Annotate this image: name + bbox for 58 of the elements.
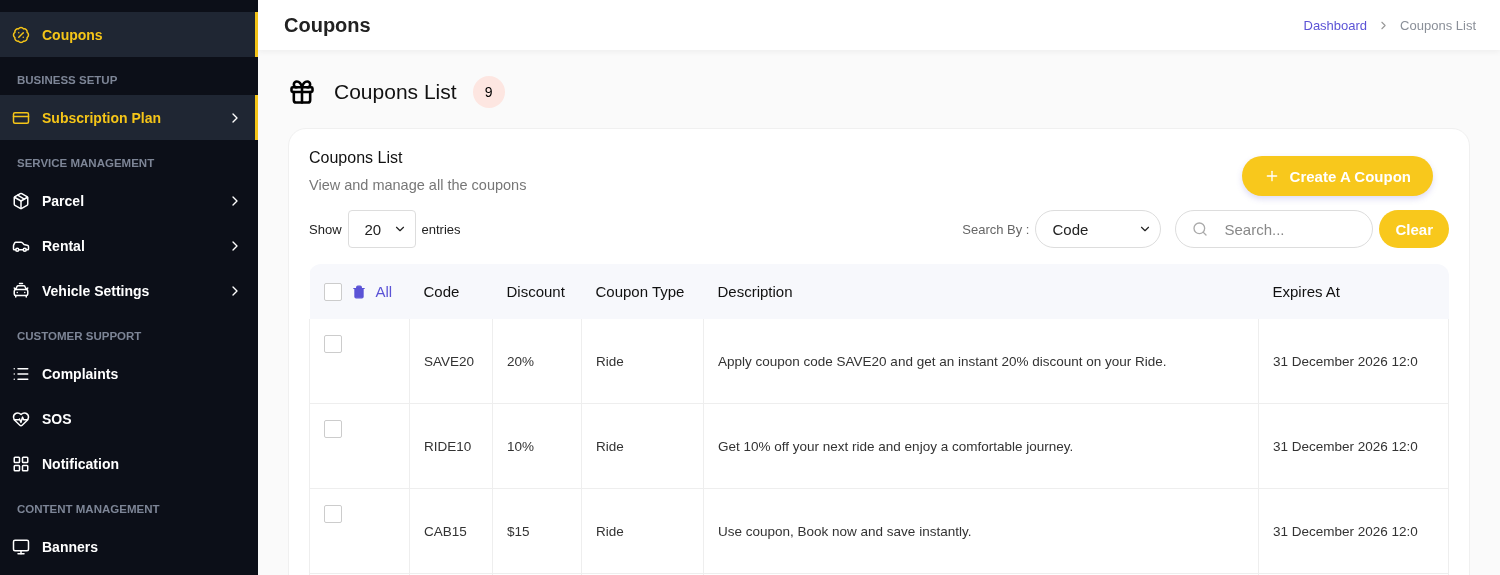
table-cell: Apply coupon code SAVE20 and get an instant 20% discount on your Ride. xyxy=(703,319,1259,404)
table-cell: $15 xyxy=(492,488,582,574)
entries-label: entries xyxy=(421,221,461,237)
taxi-icon xyxy=(12,281,30,300)
table-cell: Ride xyxy=(581,488,704,574)
package-icon xyxy=(12,191,30,210)
page-title: Coupons xyxy=(284,13,371,37)
card-title: Coupons List xyxy=(309,149,404,167)
column-header: Coupon Type xyxy=(581,264,704,319)
column-header: Discount xyxy=(492,264,582,319)
sidebar-item[interactable]: Parcel xyxy=(0,178,258,223)
heart-pulse-icon xyxy=(12,409,30,428)
sidebar-section-label: BUSINESS SETUP xyxy=(16,73,119,88)
row-checkbox[interactable] xyxy=(324,335,342,353)
gift-icon xyxy=(288,78,316,106)
table-cell: Get 10% off your next ride and enjoy a comfortable journey. xyxy=(703,403,1259,489)
breadcrumb-link[interactable]: Dashboard xyxy=(1303,17,1368,33)
sidebar-item[interactable]: Notification xyxy=(0,441,258,486)
sidebar-item[interactable]: Vehicle Settings xyxy=(0,268,258,313)
sidebar-item[interactable]: Banners xyxy=(0,524,258,569)
count-badge: 9 xyxy=(472,76,505,108)
sidebar-section-label: SERVICE MANAGEMENT xyxy=(16,156,156,171)
column-header: Code xyxy=(409,264,493,319)
sidebar-item[interactable]: Complaints xyxy=(0,351,258,396)
breadcrumb-current: Coupons List xyxy=(1400,17,1476,33)
row-checkbox[interactable] xyxy=(324,505,342,523)
table-cell: Use coupon, Book now and save instantly. xyxy=(703,488,1259,574)
search-by-label: Search By : xyxy=(962,221,1030,237)
trash-icon[interactable] xyxy=(351,284,366,299)
table-cell: Ride xyxy=(581,319,704,404)
sidebar-item[interactable]: Rental xyxy=(0,223,258,268)
row-checkbox[interactable] xyxy=(324,420,342,438)
card-subtitle: View and manage all the coupons xyxy=(309,177,527,193)
search-icon xyxy=(1192,221,1209,237)
sidebar-section-label: CUSTOMER SUPPORT xyxy=(16,329,143,344)
grid-icon xyxy=(12,454,30,473)
monitor-icon xyxy=(12,537,30,556)
sidebar-section-label: CONTENT MANAGEMENT xyxy=(16,502,161,517)
column-header: Expires At xyxy=(1258,264,1449,319)
sidebar-item[interactable]: Subscription Plan xyxy=(0,95,258,140)
table-cell: Ride xyxy=(581,403,704,489)
table-cell: 10% xyxy=(492,403,582,489)
section-heading: Coupons List xyxy=(334,80,457,104)
table-cell: 31 December 2026 12:0 xyxy=(1258,488,1449,574)
table-cell: SAVE20 xyxy=(409,319,493,404)
table-cell: 31 December 2026 12:0 xyxy=(1258,319,1449,404)
select-all-checkbox[interactable] xyxy=(323,282,342,301)
select-all-link[interactable]: All xyxy=(375,283,393,300)
table-cell: 31 December 2026 12:0 xyxy=(1258,403,1449,489)
show-label: Show xyxy=(309,221,342,237)
sidebar-item[interactable]: SOS xyxy=(0,396,258,441)
table-cell: 20% xyxy=(492,319,582,404)
column-header: Description xyxy=(703,264,1259,319)
table-cell: RIDE10 xyxy=(409,403,493,489)
entries-select[interactable]: 20 xyxy=(347,210,416,248)
table-cell: CAB15 xyxy=(409,488,493,574)
sidebar-item[interactable]: Coupons xyxy=(0,12,258,57)
coupon-badge-icon xyxy=(12,25,30,44)
